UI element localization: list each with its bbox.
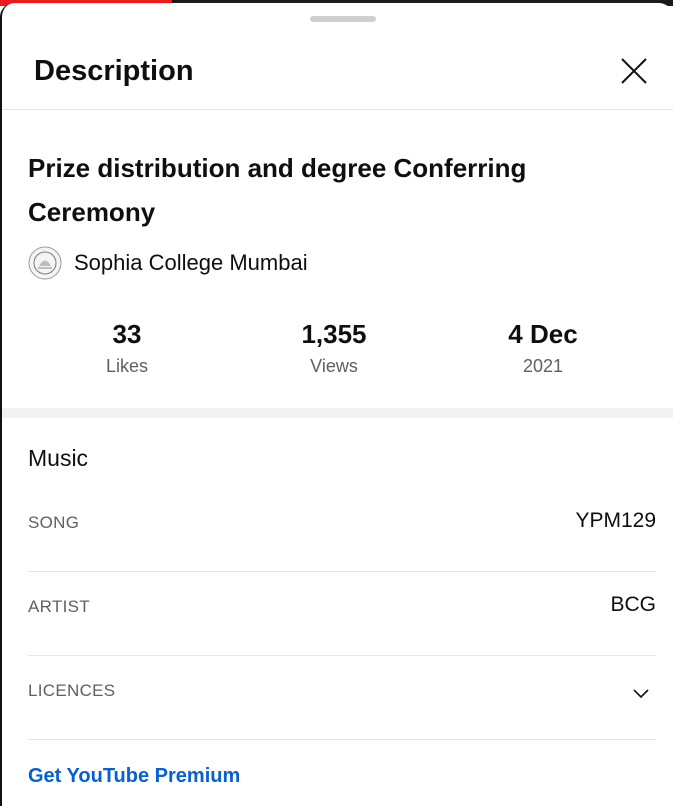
section-divider <box>2 408 673 418</box>
artist-key: ARTIST <box>28 597 90 616</box>
sheet-title: Description <box>34 55 194 87</box>
licences-key: LICENCES <box>28 681 116 700</box>
close-icon <box>621 58 647 84</box>
drag-handle[interactable] <box>310 16 376 22</box>
likes-label: Likes <box>105 356 149 376</box>
description-sheet: Description Prize distribution and degre… <box>0 3 673 806</box>
views-stat: 1,355 Views <box>264 318 404 377</box>
song-row: SONG YPM129 <box>28 487 656 572</box>
song-key: SONG <box>28 513 80 532</box>
upload-year: 2021 <box>522 356 564 376</box>
video-title: Prize distribution and degree Conferring… <box>28 153 527 227</box>
get-premium-link[interactable]: Get YouTube Premium <box>28 765 240 788</box>
likes-count: 33 <box>112 319 142 349</box>
likes-stat: 33 Likes <box>57 318 197 377</box>
upload-date: 4 Dec <box>508 319 578 349</box>
date-stat: 4 Dec 2021 <box>473 318 613 377</box>
close-button[interactable] <box>616 53 652 89</box>
channel-row[interactable]: Sophia College Mumbai <box>28 245 308 281</box>
licences-row[interactable]: LICENCES <box>28 655 656 740</box>
artist-value: BCG <box>610 593 656 616</box>
artist-row: ARTIST BCG <box>28 571 656 656</box>
views-label: Views <box>310 356 358 376</box>
views-count: 1,355 <box>301 319 367 349</box>
sophia-college-emblem-icon <box>28 246 62 280</box>
song-value: YPM129 <box>575 509 656 532</box>
chevron-down-icon[interactable] <box>632 685 650 703</box>
music-section-title: Music <box>28 445 89 471</box>
channel-name: Sophia College Mumbai <box>74 250 308 275</box>
sheet-header: Description <box>2 33 673 110</box>
